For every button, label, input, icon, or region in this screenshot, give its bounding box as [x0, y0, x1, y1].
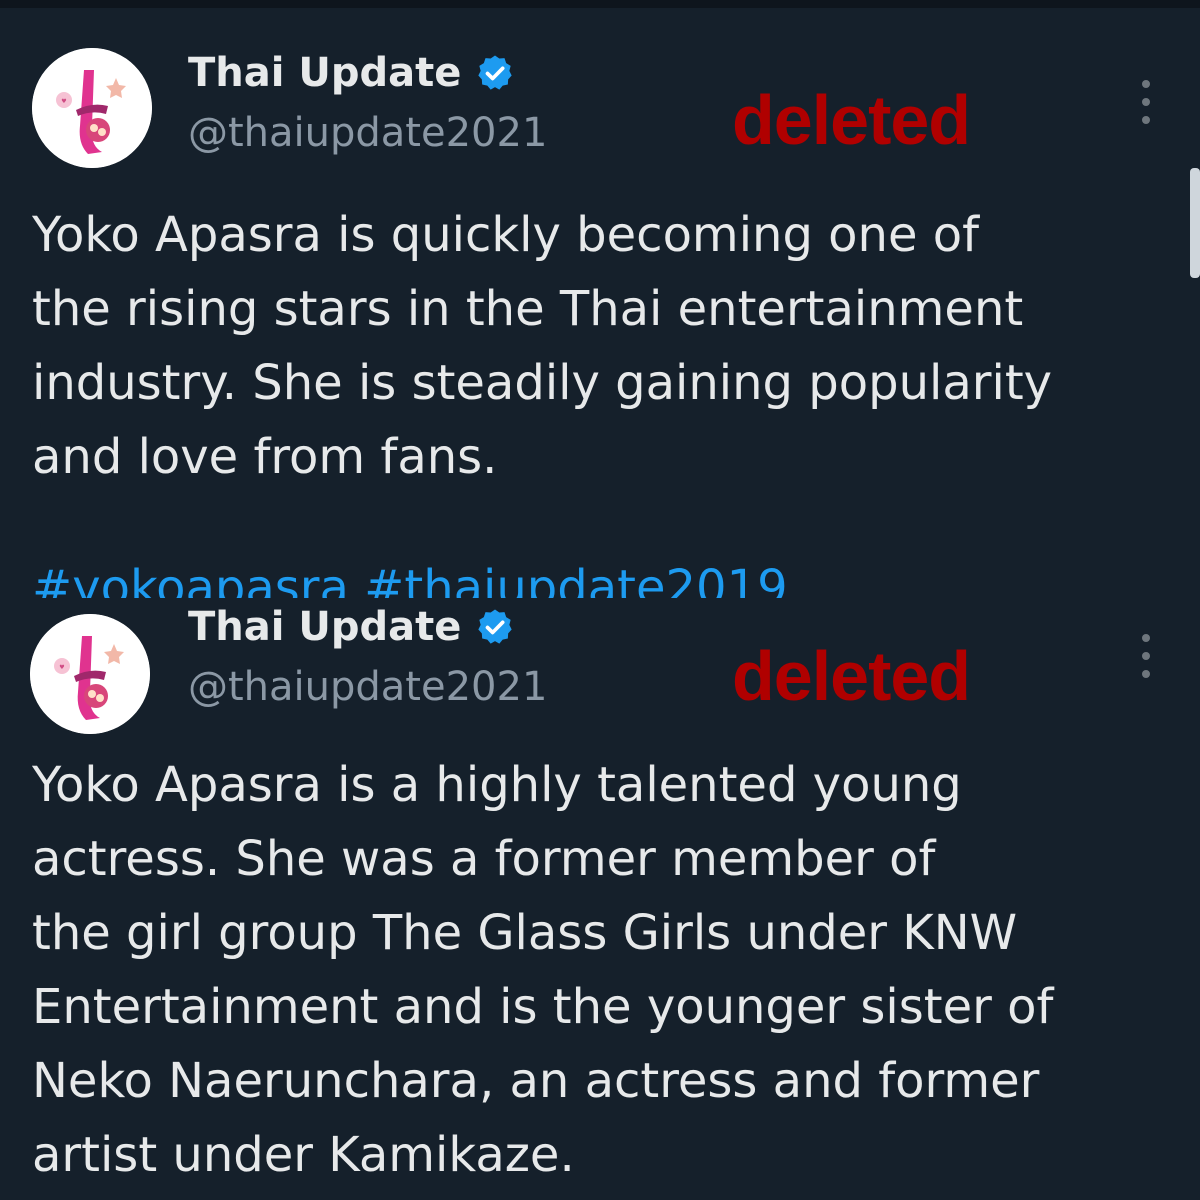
svg-text:♥: ♥ — [61, 98, 66, 105]
deleted-annotation: deleted — [732, 637, 971, 715]
tweet-card[interactable]: ♥ Thai Update @thaiupdate2021 deleted Yo… — [0, 598, 1200, 1200]
thai-update-logo-icon: ♥ — [32, 48, 152, 168]
more-options-icon[interactable] — [1138, 80, 1154, 124]
avatar[interactable]: ♥ — [32, 48, 152, 168]
thai-update-logo-icon: ♥ — [30, 614, 150, 734]
tweet-text-line: the girl group The Glass Girls under KNW — [32, 905, 1018, 961]
tweet-text: Yoko Apasra is a highly talented young a… — [32, 748, 1152, 1192]
tweet-text-line: Entertainment and is the younger sister … — [32, 979, 1054, 1035]
user-handle[interactable]: @thaiupdate2021 — [188, 664, 547, 710]
deleted-annotation: deleted — [732, 81, 971, 159]
more-options-icon[interactable] — [1138, 634, 1154, 678]
hashtag-links[interactable]: #yokoapasra #thaiupdate2019 — [32, 560, 788, 598]
top-border — [0, 0, 1200, 8]
tweet-text-line: artist under Kamikaze. — [32, 1127, 575, 1183]
tweet-text-line: actress. She was a former member of — [32, 831, 936, 887]
tweet-text-line: industry. She is steadily gaining popula… — [32, 355, 1053, 411]
scrollbar[interactable] — [1190, 168, 1200, 278]
verified-badge-icon — [475, 53, 515, 93]
tweet-text-line: and love from fans. — [32, 429, 498, 485]
svg-text:♥: ♥ — [59, 664, 64, 671]
tweet-text-line: Yoko Apasra is a highly talented young — [32, 757, 962, 813]
tweet-text: Yoko Apasra is quickly becoming one of t… — [32, 198, 1152, 494]
author-row: Thai Update — [188, 604, 515, 650]
tweet-text-line: Neko Naerunchara, an actress and former — [32, 1053, 1040, 1109]
avatar[interactable]: ♥ — [30, 614, 150, 734]
display-name[interactable]: Thai Update — [188, 50, 461, 96]
author-row: Thai Update — [188, 50, 515, 96]
tweet-text-line: the rising stars in the Thai entertainme… — [32, 281, 1024, 337]
tweet-text-line: Yoko Apasra is quickly becoming one of — [32, 207, 980, 263]
verified-badge-icon — [475, 607, 515, 647]
display-name[interactable]: Thai Update — [188, 604, 461, 650]
user-handle[interactable]: @thaiupdate2021 — [188, 110, 547, 156]
tweet-card[interactable]: ♥ Thai Update @thaiupdate2021 deleted Yo… — [0, 8, 1200, 598]
